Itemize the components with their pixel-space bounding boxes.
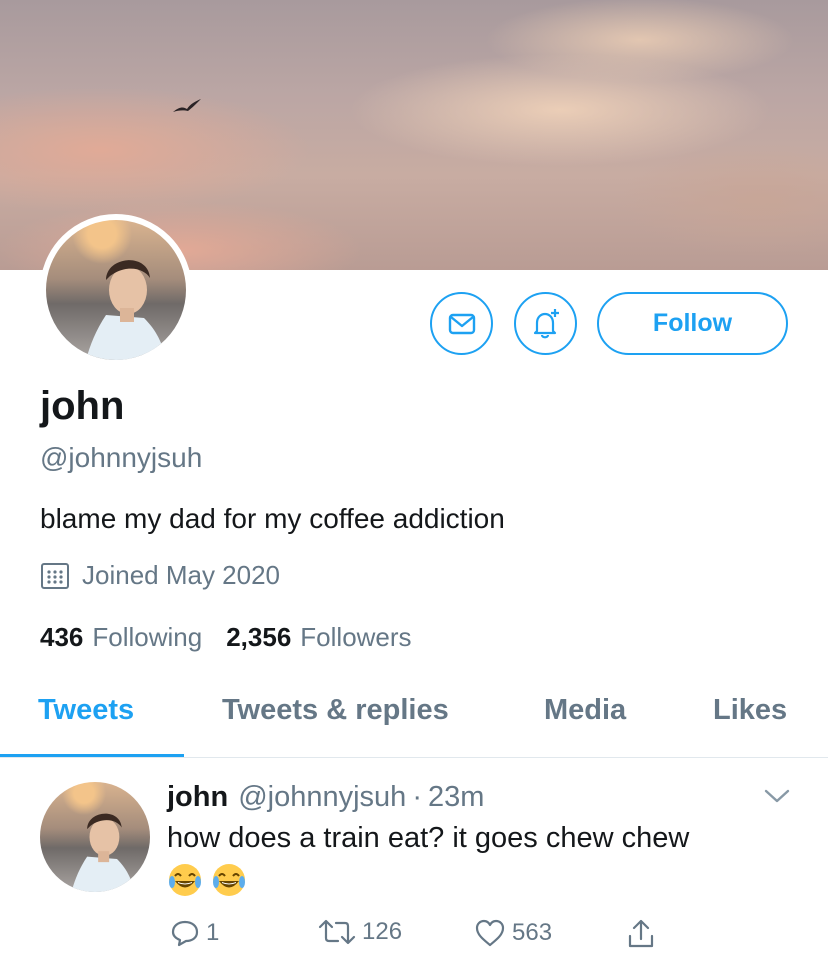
chevron-down-icon[interactable] xyxy=(764,788,790,804)
tweet-text: how does a train eat? it goes chew chew xyxy=(167,822,690,854)
tab-tweets-and-replies[interactable]: Tweets & replies xyxy=(222,694,449,727)
tweet-author-name[interactable]: john xyxy=(167,781,228,814)
joined-date: Joined May 2020 xyxy=(40,560,280,591)
retweet-button[interactable]: 126 xyxy=(318,918,402,946)
tweet-emojis xyxy=(167,862,247,898)
joined-text: Joined May 2020 xyxy=(82,560,281,590)
tweet-header: john @johnnyjsuh · 23m xyxy=(167,781,484,814)
message-button[interactable] xyxy=(430,292,493,355)
follow-button[interactable]: Follow xyxy=(597,292,788,355)
tweet-author-handle[interactable]: @johnnyjsuh xyxy=(238,781,406,814)
tabs-divider xyxy=(0,757,828,758)
profile-avatar[interactable] xyxy=(40,214,192,366)
reply-button[interactable]: 1 xyxy=(170,918,219,948)
following-label: Following xyxy=(92,622,203,652)
retweet-count: 126 xyxy=(362,918,403,945)
retweet-icon xyxy=(318,919,356,945)
share-button[interactable] xyxy=(626,918,662,950)
avatar-portrait xyxy=(86,260,166,360)
followers-link[interactable]: 2,356 Followers xyxy=(226,622,411,653)
notifications-button[interactable] xyxy=(514,292,577,355)
laughing-emoji-icon xyxy=(213,864,245,896)
tweet-author-avatar[interactable] xyxy=(40,782,150,892)
like-button[interactable]: 563 xyxy=(474,918,552,948)
share-icon xyxy=(628,919,654,948)
tweet-timestamp[interactable]: 23m xyxy=(428,781,484,814)
tab-media[interactable]: Media xyxy=(544,694,626,727)
following-count: 436 xyxy=(40,622,84,652)
profile-handle: @johnnyjsuh xyxy=(40,442,203,473)
followers-label: Followers xyxy=(300,622,412,652)
profile-bio: blame my dad for my coffee addiction xyxy=(40,503,505,534)
heart-icon xyxy=(475,919,505,947)
bird-in-banner xyxy=(173,99,201,112)
avatar-portrait xyxy=(71,813,135,892)
profile-name: john xyxy=(40,384,125,428)
calendar-icon xyxy=(41,562,69,589)
laughing-emoji-icon xyxy=(169,864,201,896)
mail-icon xyxy=(448,313,475,334)
reply-icon xyxy=(171,920,199,947)
tab-tweets[interactable]: Tweets xyxy=(38,694,134,727)
tab-likes[interactable]: Likes xyxy=(713,694,787,727)
like-count: 563 xyxy=(512,919,553,946)
tweet-separator: · xyxy=(412,781,422,813)
followers-count: 2,356 xyxy=(226,622,292,652)
follow-counts: 436 Following 2,356 Followers xyxy=(40,622,436,653)
following-link[interactable]: 436 Following xyxy=(40,622,202,653)
reply-count: 1 xyxy=(206,919,220,946)
bell-plus-icon xyxy=(533,308,559,338)
